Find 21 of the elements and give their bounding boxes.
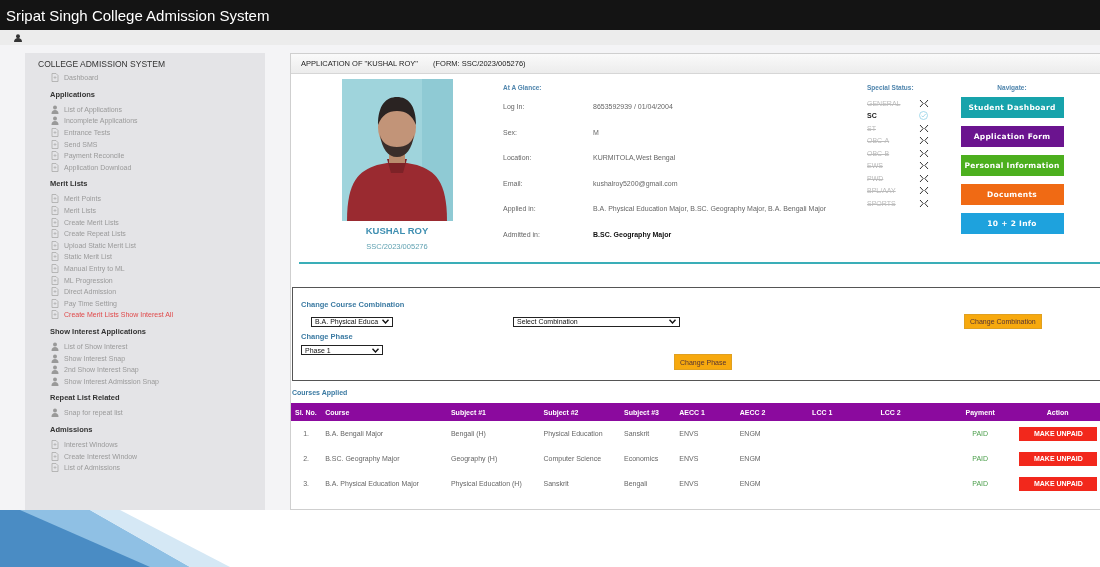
chevron-down-icon [382,319,389,324]
document-icon [51,275,59,285]
document-icon [51,73,59,83]
user-icon [51,353,59,363]
user-icon [51,116,59,126]
app-title: Sripat Singh College Admission System [6,6,270,24]
user-icon[interactable] [14,33,22,42]
document-icon [51,451,59,461]
user-icon [51,408,59,418]
document-icon [51,439,59,449]
chevron-down-icon [372,347,379,353]
user-icon [51,342,59,351]
student-name: KUSHAL ROY [365,225,429,236]
user-icon [51,104,59,114]
document-icon [51,252,59,262]
document-icon [51,194,59,204]
document-icon [51,463,59,473]
sidebar-title: COLLEGE ADMISSION SYSTEM [38,59,167,69]
document-icon [51,310,59,320]
chevron-down-icon [669,319,676,324]
document-icon [51,264,59,273]
